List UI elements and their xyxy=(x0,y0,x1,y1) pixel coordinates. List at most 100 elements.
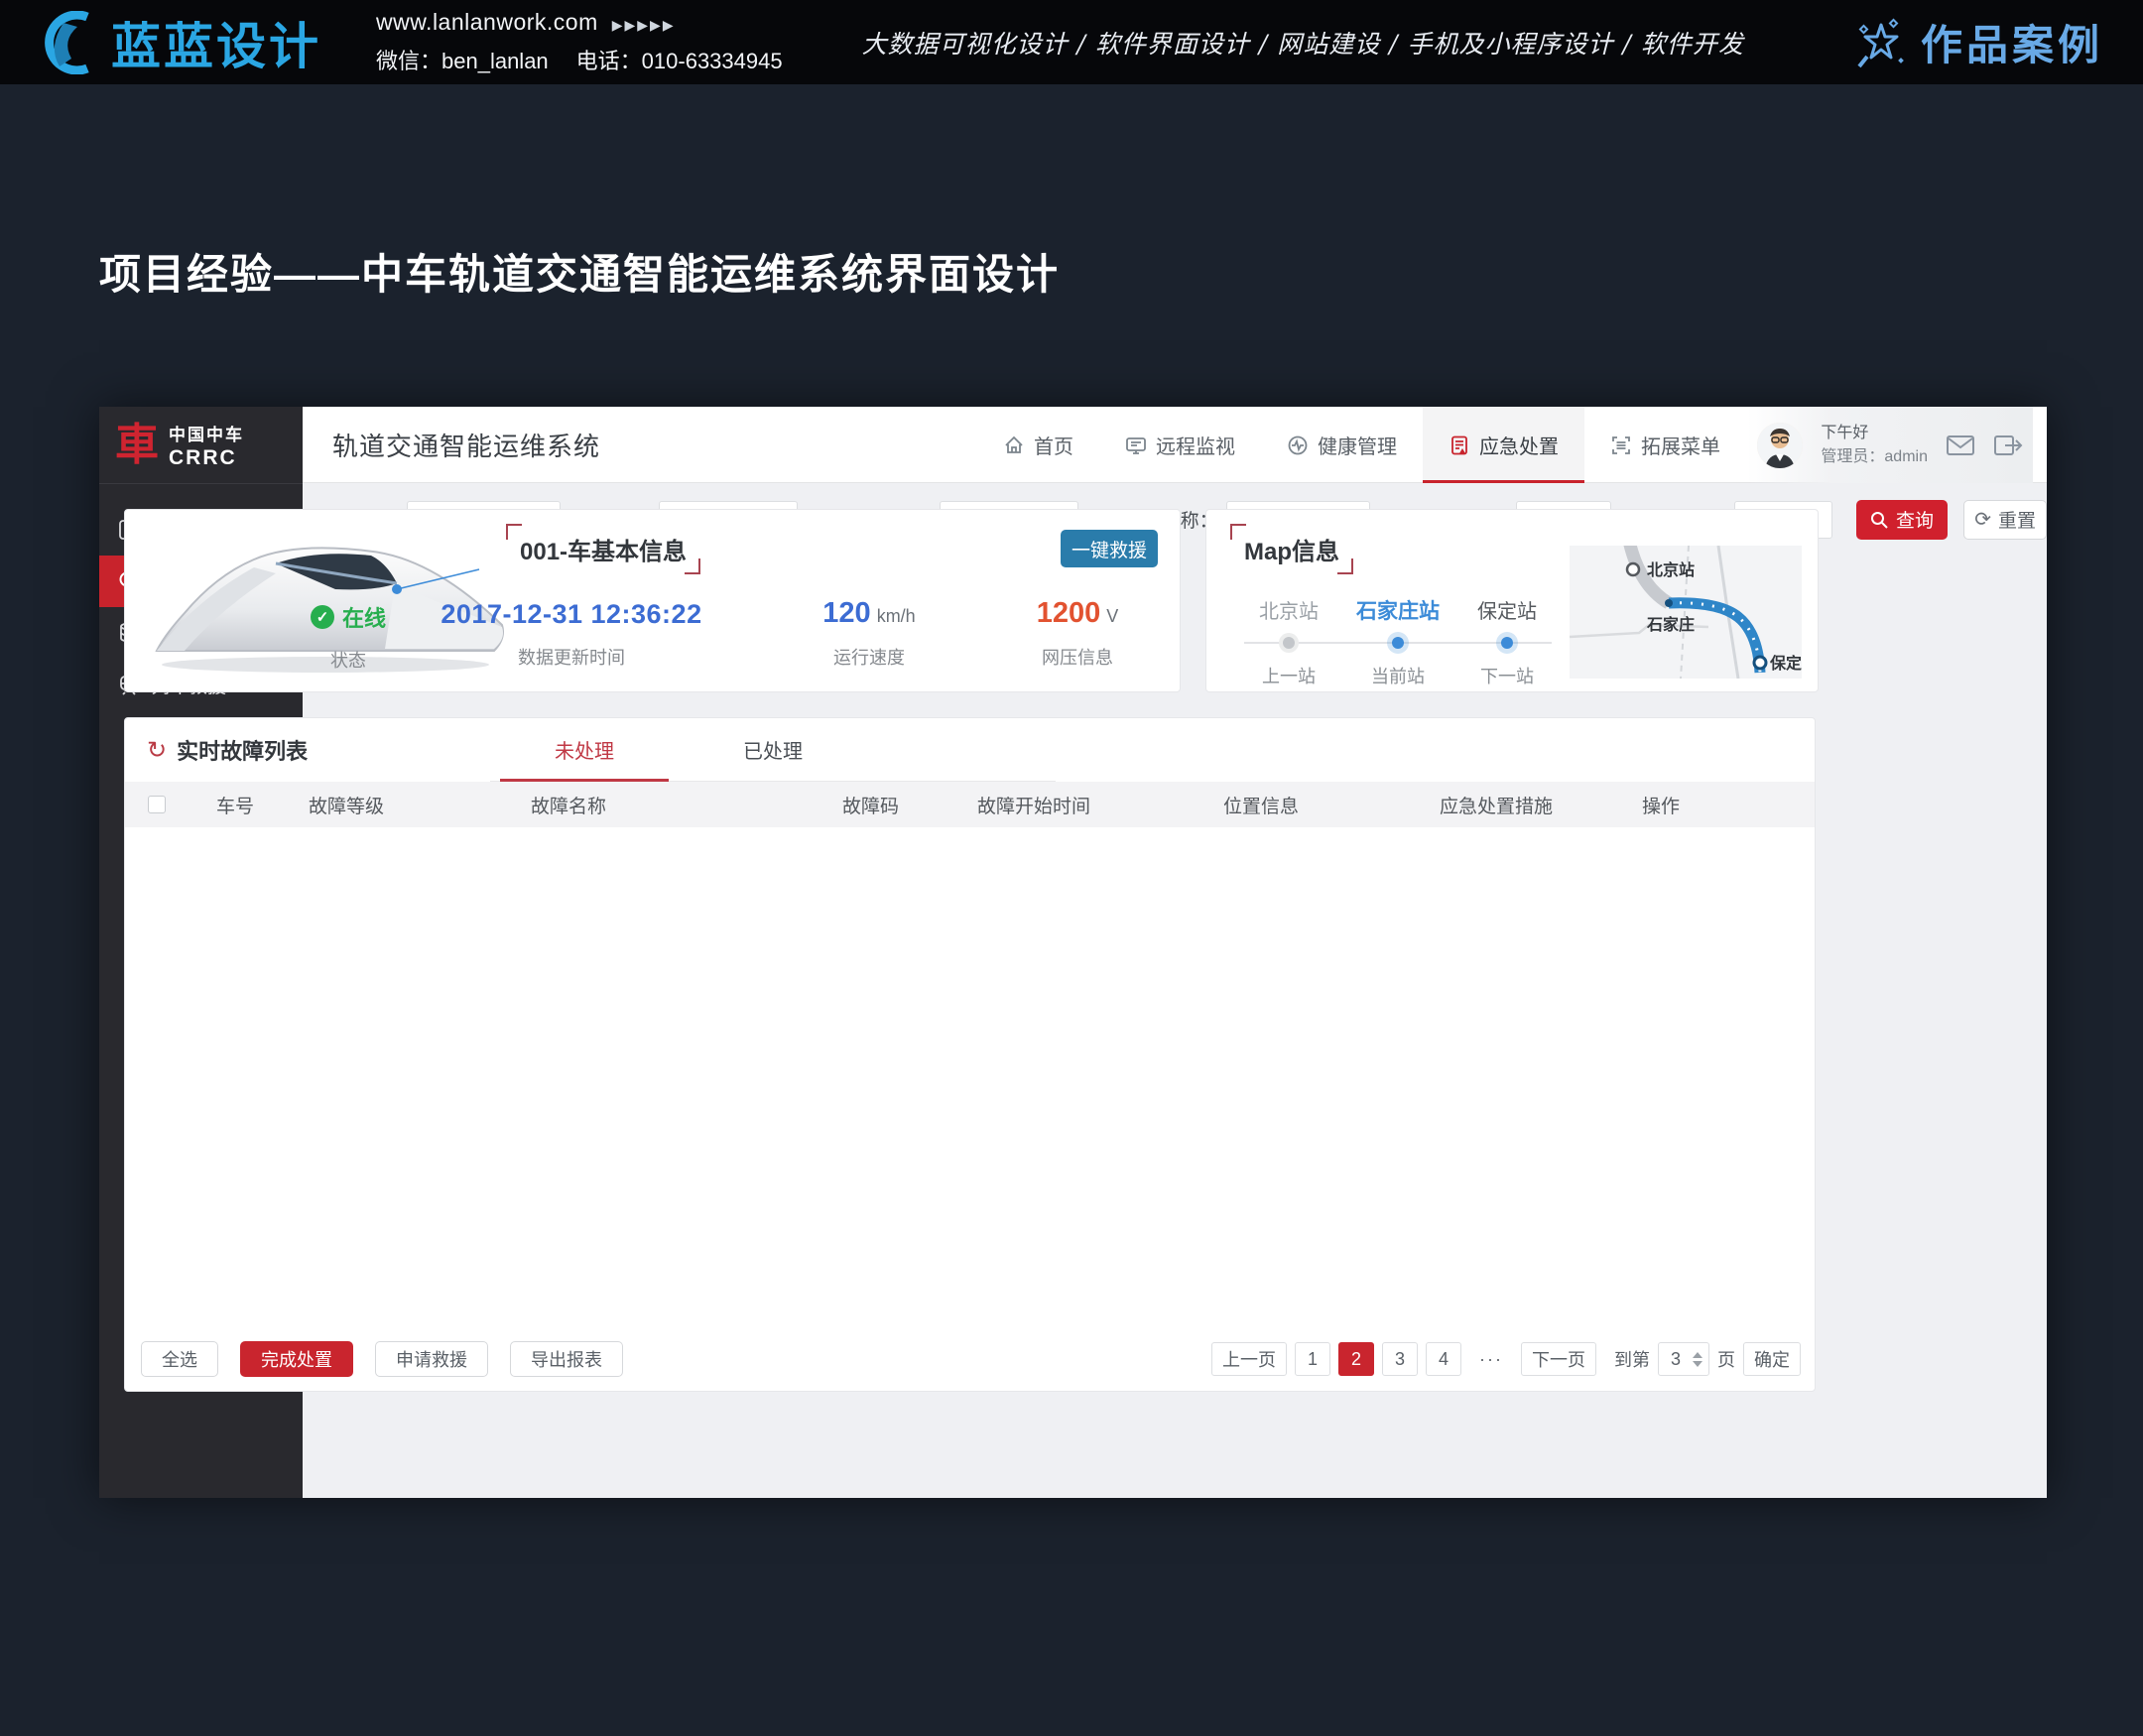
fault-table-card: ↻ 实时故障列表 未处理已处理 车号 故障等级 故障名称 故障码 故障开始时间 … xyxy=(124,717,1816,1392)
col-train-no: 车号 xyxy=(189,792,281,818)
col-location: 位置信息 xyxy=(1196,792,1426,818)
goto-page-input[interactable]: 3 xyxy=(1658,1342,1709,1376)
user-zone: 下午好 管理员：admin xyxy=(1747,407,2033,483)
banner-wechat: 微信：ben_lanlan xyxy=(376,49,549,73)
table-footer: 全选 完成处置 申请救援 导出报表 上一页 1234 ··· 下一页 到第 3 … xyxy=(125,1339,1815,1379)
map-card: Map信息 北京站石家庄站保定站 上一站当前站下一站 北京站 石家庄 xyxy=(1205,509,1819,692)
speed-value: 120 xyxy=(822,597,870,629)
station-line xyxy=(1234,633,1562,653)
one-key-rescue-button[interactable]: 一键救援 xyxy=(1061,530,1158,567)
nav-item-label: 拓展菜单 xyxy=(1641,431,1720,459)
user-greeting: 下午好 xyxy=(1821,422,1928,444)
nav-item-4[interactable]: 应急处置 xyxy=(1423,407,1584,483)
voltage-stat: 1200V 网压信息 xyxy=(998,597,1157,670)
export-report-button[interactable]: 导出报表 xyxy=(510,1341,623,1377)
nav-item-3[interactable]: 健康管理 xyxy=(1261,407,1423,483)
current-station-dot xyxy=(1392,637,1404,649)
table-section-title: ↻ 实时故障列表 xyxy=(147,734,308,766)
nav-item-label: 健康管理 xyxy=(1318,431,1397,459)
update-time-value: 2017-12-31 12:36:22 xyxy=(433,599,710,630)
select-all-button[interactable]: 全选 xyxy=(141,1341,218,1377)
arrows-decor: ▶▶▶▶▶ xyxy=(612,17,676,33)
map-card-title: Map信息 xyxy=(1234,526,1349,572)
station-name-3: 保定站 xyxy=(1452,595,1562,625)
station-progress: 北京站石家庄站保定站 上一站当前站下一站 xyxy=(1234,595,1562,688)
page-button-4[interactable]: 4 xyxy=(1426,1342,1461,1376)
online-check-icon: ✓ xyxy=(311,605,334,629)
refresh-icon: ⟳ xyxy=(1974,507,1991,532)
topnav-menu: 首页 远程监视 健康管理 应急处置 拓展菜单 xyxy=(977,407,1746,483)
complete-handle-button[interactable]: 完成处置 xyxy=(240,1341,353,1377)
search-icon xyxy=(1870,511,1888,529)
emergency-doc-icon xyxy=(1449,434,1470,456)
table-title-text: 实时故障列表 xyxy=(177,734,308,766)
page-button-3[interactable]: 3 xyxy=(1382,1342,1418,1376)
station-pos-3: 下一站 xyxy=(1452,663,1562,688)
nav-item-5[interactable]: 拓展菜单 xyxy=(1584,407,1746,483)
page-button-1[interactable]: 1 xyxy=(1295,1342,1330,1376)
lanlan-logo-icon xyxy=(38,11,101,74)
nav-item-1[interactable]: 首页 xyxy=(977,407,1099,483)
star-wand-icon xyxy=(1855,17,1907,68)
mail-icon[interactable] xyxy=(1946,433,1975,458)
user-role: 管理员：admin xyxy=(1821,445,1928,468)
pagination: 上一页 1234 ··· 下一页 到第 3 页 确定 xyxy=(1211,1342,1801,1376)
voltage-unit: V xyxy=(1106,606,1118,626)
update-time-label: 数据更新时间 xyxy=(433,644,710,670)
page-button-2[interactable]: 2 xyxy=(1338,1342,1374,1376)
station-pos-1: 上一站 xyxy=(1234,663,1343,688)
station-name-2: 石家庄站 xyxy=(1343,595,1452,625)
status-value: 在线 xyxy=(342,601,386,633)
goto-page-value: 3 xyxy=(1671,1349,1681,1370)
banner-services: 大数据可视化设计 / 软件界面设计 / 网站建设 / 手机及小程序设计 / 软件… xyxy=(862,25,1744,61)
query-button[interactable]: 查询 xyxy=(1856,500,1949,540)
user-info: 下午好 管理员：admin xyxy=(1821,422,1928,467)
nav-item-2[interactable]: 远程监视 xyxy=(1099,407,1261,483)
nav-item-label: 远程监视 xyxy=(1156,431,1235,459)
station-pos-2: 当前站 xyxy=(1343,663,1452,688)
nav-item-label: 应急处置 xyxy=(1479,431,1559,459)
page-stepper[interactable] xyxy=(1693,1352,1702,1367)
reset-button-label: 重置 xyxy=(1998,506,2036,533)
train-info-card: 0031AATP触发紧急制动65423112017-12-31 11：34：22… xyxy=(124,509,1181,692)
refresh-clock-icon[interactable]: ↻ xyxy=(147,736,167,765)
lanlan-logo: 蓝蓝设计 xyxy=(38,7,321,78)
crrc-logo-icon: 車 xyxy=(115,424,159,467)
monitor-icon xyxy=(1125,434,1147,456)
reset-button[interactable]: ⟳ 重置 xyxy=(1963,500,2047,540)
lanlan-logo-text: 蓝蓝设计 xyxy=(111,7,321,78)
prev-page-button[interactable]: 上一页 xyxy=(1211,1342,1287,1376)
col-operations: 操作 xyxy=(1553,792,1817,818)
mini-map[interactable]: 北京站 石家庄 保定 xyxy=(1570,546,1802,679)
app-topnav: 轨道交通智能运维系统 首页远程监视健康管理应急处置拓展菜单 下午好 管理员：ad… xyxy=(303,407,2047,483)
voltage-value: 1200 xyxy=(1037,597,1101,629)
tab-unhandled[interactable]: 未处理 xyxy=(490,718,679,781)
info-card-title: 001-车基本信息 xyxy=(510,526,696,572)
logout-icon[interactable] xyxy=(1993,433,2023,458)
next-page-button[interactable]: 下一页 xyxy=(1521,1342,1596,1376)
banner-website: www.lanlanwork.com xyxy=(376,9,598,35)
col-fault-code: 故障码 xyxy=(815,792,949,818)
svg-text:石家庄: 石家庄 xyxy=(1646,615,1695,634)
home-icon xyxy=(1003,434,1025,456)
status-stat: ✓在线 状态 xyxy=(274,601,423,673)
select-all-checkbox[interactable] xyxy=(148,796,166,813)
apply-rescue-button[interactable]: 申请救援 xyxy=(375,1341,488,1377)
table-header-row: 车号 故障等级 故障名称 故障码 故障开始时间 位置信息 应急处置措施 操作 xyxy=(125,782,1815,827)
app-window: 車 中国中车 CRRC 故障应急处置应急处置查询应急处置经验库列车救援 轨道交通… xyxy=(99,407,2047,1498)
col-start-time: 故障开始时间 xyxy=(949,792,1196,818)
portfolio-label: 作品案例 xyxy=(1921,12,2103,72)
health-icon xyxy=(1287,434,1309,456)
crrc-logo-cn: 中国中车 xyxy=(169,421,244,445)
portfolio-badge: 作品案例 xyxy=(1855,12,2103,72)
banner-phone: 电话：010-63334945 xyxy=(576,49,783,73)
speed-unit: km/h xyxy=(877,606,916,626)
avatar[interactable] xyxy=(1757,423,1803,468)
goto-confirm-button[interactable]: 确定 xyxy=(1743,1342,1801,1376)
tab-handled[interactable]: 已处理 xyxy=(679,718,867,781)
pagination-ellipsis: ··· xyxy=(1469,1342,1513,1376)
station-name-1: 北京站 xyxy=(1234,595,1343,625)
update-time-stat: 2017-12-31 12:36:22 数据更新时间 xyxy=(433,599,710,670)
table-tabs: 未处理已处理 xyxy=(490,718,1056,782)
col-measures: 应急处置措施 xyxy=(1426,792,1553,818)
